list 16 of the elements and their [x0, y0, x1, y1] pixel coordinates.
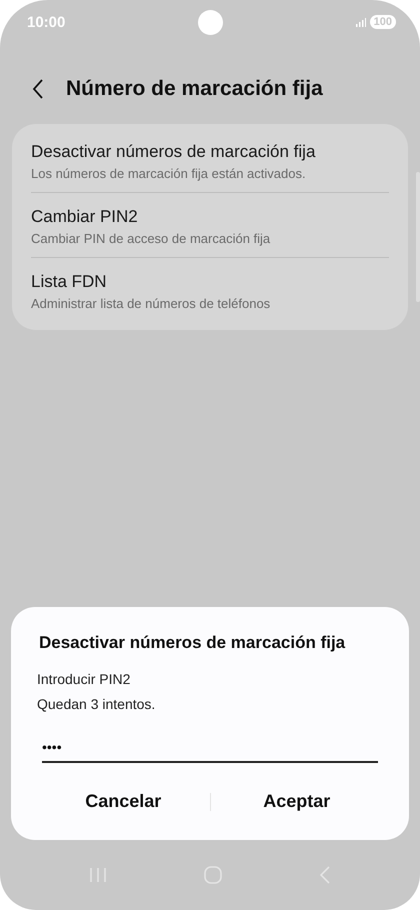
dialog-message: Quedan 3 intentos.	[37, 695, 156, 714]
signal-icon	[356, 18, 366, 26]
pin-field[interactable]: ••••	[42, 735, 378, 763]
recent-apps-icon[interactable]	[88, 867, 107, 883]
home-icon[interactable]	[204, 866, 222, 884]
settings-item[interactable]: Lista FDN Administrar lista de números de teléfonos	[31, 257, 389, 322]
camera-hole-icon	[198, 10, 223, 35]
settings-item[interactable]: Desactivar números de marcación fija Los números de marcación fija están activados.	[31, 128, 389, 192]
dialog-button[interactable]: Cancelar	[37, 785, 210, 818]
settings-item[interactable]: Cambiar PIN2 Cambiar PIN de acceso de marcación fija	[31, 192, 389, 257]
back-icon[interactable]	[32, 79, 44, 99]
dialog-message: Introducir PIN2	[37, 670, 132, 689]
dialog-title: Desactivar números de marcación fija	[38, 633, 346, 653]
back-nav-icon[interactable]	[319, 866, 332, 884]
dialog-button[interactable]: Aceptar	[210, 785, 383, 818]
screen-title: Número de marcación fija	[66, 77, 323, 101]
